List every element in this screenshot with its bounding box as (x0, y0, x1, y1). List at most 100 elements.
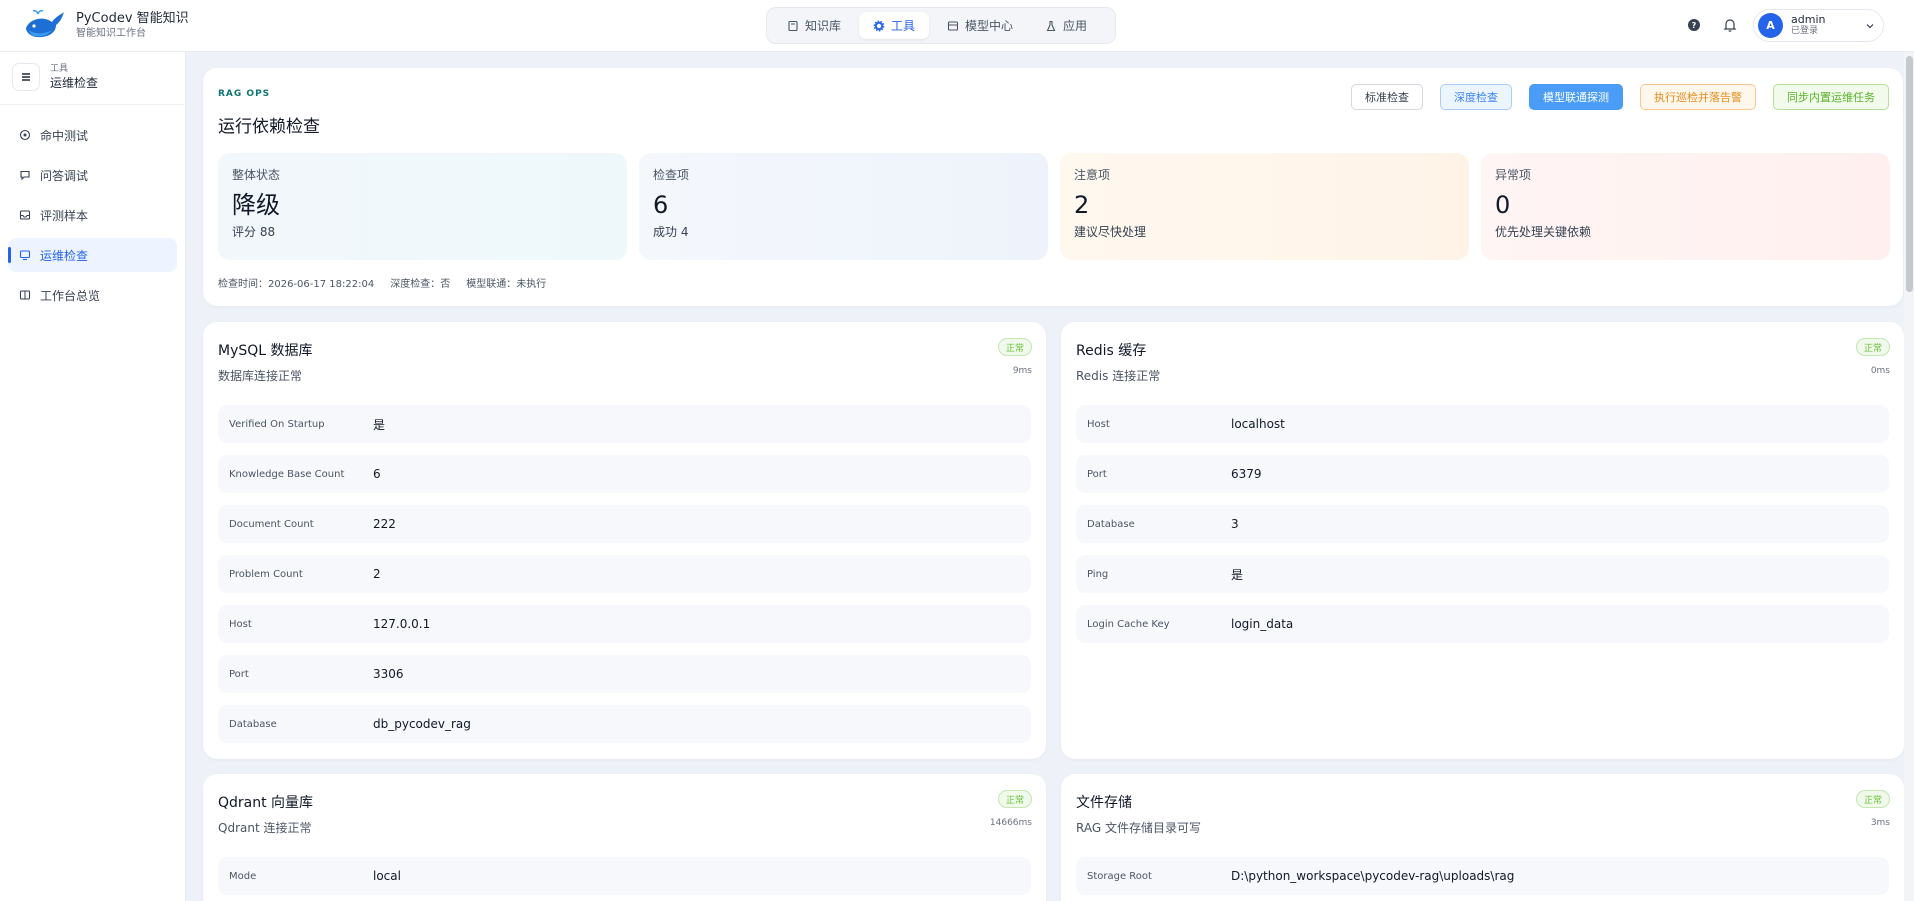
tray-icon (19, 210, 31, 220)
sidebar-item-eval-samples[interactable]: 评测样本 (8, 198, 177, 232)
topnav-tools[interactable]: 工具 (859, 12, 930, 39)
sidebar-item-hit-test[interactable]: 命中测试 (8, 118, 177, 152)
service-title: Qdrant 向量库 (218, 795, 314, 811)
kv-value: 3306 (373, 667, 404, 681)
kv-row: Database 3 (1076, 505, 1889, 543)
topnav-apps[interactable]: 应用 (1031, 12, 1101, 39)
sidebar-divider (0, 104, 186, 105)
brand[interactable]: PyCodev 智能知识 智能知识工作台 (22, 8, 189, 42)
kv-value: 3 (1231, 517, 1239, 531)
kv-row: Document Count 222 (218, 505, 1031, 543)
service-subtitle: Redis 连接正常 (1076, 369, 1161, 383)
help-icon[interactable]: ? (1686, 17, 1702, 33)
status-badge: 正常 (997, 790, 1032, 808)
kv-row: Ping 是 (1076, 555, 1889, 593)
kv-value: local (373, 869, 401, 883)
kv-row: Login Cache Key login_data (1076, 605, 1889, 643)
kv-key: Database (1087, 518, 1135, 530)
kv-key: Login Cache Key (1087, 618, 1170, 630)
kv-value: 是 (373, 417, 386, 432)
service-subtitle: 数据库连接正常 (218, 369, 303, 383)
box-icon (947, 20, 959, 31)
kv-key: Host (229, 618, 252, 630)
sidebar-item-ops-check[interactable]: 运维检查 (8, 238, 177, 272)
sidebar-item-workbench-overview[interactable]: 工作台总览 (8, 278, 177, 312)
bell-icon[interactable] (1722, 17, 1738, 33)
latency-label: 3ms (1870, 818, 1890, 828)
deep-check-button[interactable]: 深度检查 (1440, 84, 1512, 110)
stat-label: 整体状态 (232, 168, 281, 182)
topnav-label: 应用 (1063, 19, 1088, 33)
monitor-icon (19, 250, 31, 261)
kv-row: Mode local (218, 857, 1031, 895)
stat-desc: 建议尽快处理 (1074, 225, 1147, 239)
kv-row: Knowledge Base Count 6 (218, 455, 1031, 493)
sidebar-item-label: 问答调试 (40, 168, 89, 183)
model-probe-button[interactable]: 模型联通探测 (1529, 84, 1623, 110)
topnav-knowledge-base[interactable]: 知识库 (773, 12, 855, 39)
sidebar-item-label: 运维检查 (40, 248, 89, 263)
service-title: MySQL 数据库 (218, 343, 313, 359)
topnav-label: 知识库 (805, 19, 842, 33)
kv-key: Port (229, 668, 249, 680)
kv-value: localhost (1231, 417, 1285, 431)
kv-row: Port 3306 (218, 655, 1031, 693)
kv-key: Database (229, 718, 277, 730)
deep-check-flag: 深度检查：否 (390, 279, 451, 290)
sidebar-title: 运维检查 (50, 76, 99, 90)
kv-key: Knowledge Base Count (229, 468, 345, 480)
user-menu[interactable]: A admin 已登录 (1753, 9, 1884, 42)
top-nav: 知识库 工具 模型中心 应用 (766, 7, 1116, 44)
chat-icon (20, 170, 30, 181)
hamburger-icon (22, 73, 30, 81)
kv-value: 2 (373, 567, 381, 581)
status-badge: 正常 (1855, 338, 1890, 356)
service-card-qdrant: Qdrant 向量库 Qdrant 连接正常 正常 14666ms Mode lo… (203, 774, 1046, 901)
kv-row: Port 6379 (1076, 455, 1889, 493)
target-icon (19, 129, 31, 141)
stat-label: 异常项 (1495, 168, 1532, 182)
kv-key: Port (1087, 468, 1107, 480)
topnav-label: 模型中心 (965, 19, 1014, 33)
kv-row: Host localhost (1076, 405, 1889, 443)
service-subtitle: Qdrant 连接正常 (218, 821, 312, 835)
topnav-model-center[interactable]: 模型中心 (933, 12, 1027, 39)
kv-key: Mode (229, 870, 257, 882)
kv-key: Verified On Startup (229, 418, 325, 430)
service-card-mysql: MySQL 数据库 数据库连接正常 正常 9ms Verified On Sta… (203, 322, 1046, 759)
patrol-alert-button[interactable]: 执行巡检并落告警 (1640, 84, 1756, 110)
kv-key: Problem Count (229, 568, 303, 580)
sidebar-item-label: 命中测试 (40, 128, 89, 143)
standard-check-button[interactable]: 标准检查 (1351, 84, 1423, 110)
ops-overview-card: RAG OPS 运行依赖检查 标准检查 深度检查 模型联通探测 执行巡检并落告警… (203, 68, 1903, 306)
stat-label: 注意项 (1074, 168, 1111, 182)
kv-value: 222 (373, 517, 396, 531)
avatar: A (1758, 13, 1783, 38)
model-connectivity-flag: 模型联通：未执行 (466, 279, 547, 290)
top-header: PyCodev 智能知识 智能知识工作台 知识库 工具 模型中心 应用 ? A (0, 0, 1914, 52)
latency-label: 9ms (1012, 366, 1032, 376)
menu-toggle-button[interactable] (12, 63, 40, 91)
brand-subtitle: 智能知识工作台 (76, 27, 146, 39)
kv-value: db_pycodev_rag (373, 717, 471, 731)
chevron-down-icon (1866, 23, 1874, 28)
dashboard-icon (19, 290, 31, 300)
service-title: 文件存储 (1076, 795, 1132, 811)
stat-value: 2 (1074, 191, 1090, 219)
sidebar-breadcrumb: 工具 (50, 64, 69, 74)
page-scrollbar-thumb[interactable] (1906, 56, 1913, 292)
kv-key: Document Count (229, 518, 314, 530)
kv-row: Storage Root D:\python_workspace\pycodev-… (1076, 857, 1889, 895)
sync-ops-tasks-button[interactable]: 同步内置运维任务 (1773, 84, 1889, 110)
kv-row: Verified On Startup 是 (218, 405, 1031, 443)
sidebar-item-label: 评测样本 (40, 208, 89, 223)
kv-value: 6379 (1231, 467, 1262, 481)
status-badge: 正常 (997, 338, 1032, 356)
book-icon (788, 20, 798, 31)
sidebar-header: 工具 运维检查 (12, 63, 98, 91)
page-title: 运行依赖检查 (218, 117, 320, 137)
kv-row: Problem Count 2 (218, 555, 1031, 593)
user-name: admin (1791, 13, 1826, 26)
sidebar-item-qa-debug[interactable]: 问答调试 (8, 158, 177, 192)
service-card-file-storage: 文件存储 RAG 文件存储目录可写 正常 3ms Storage Root D:\… (1061, 774, 1904, 901)
